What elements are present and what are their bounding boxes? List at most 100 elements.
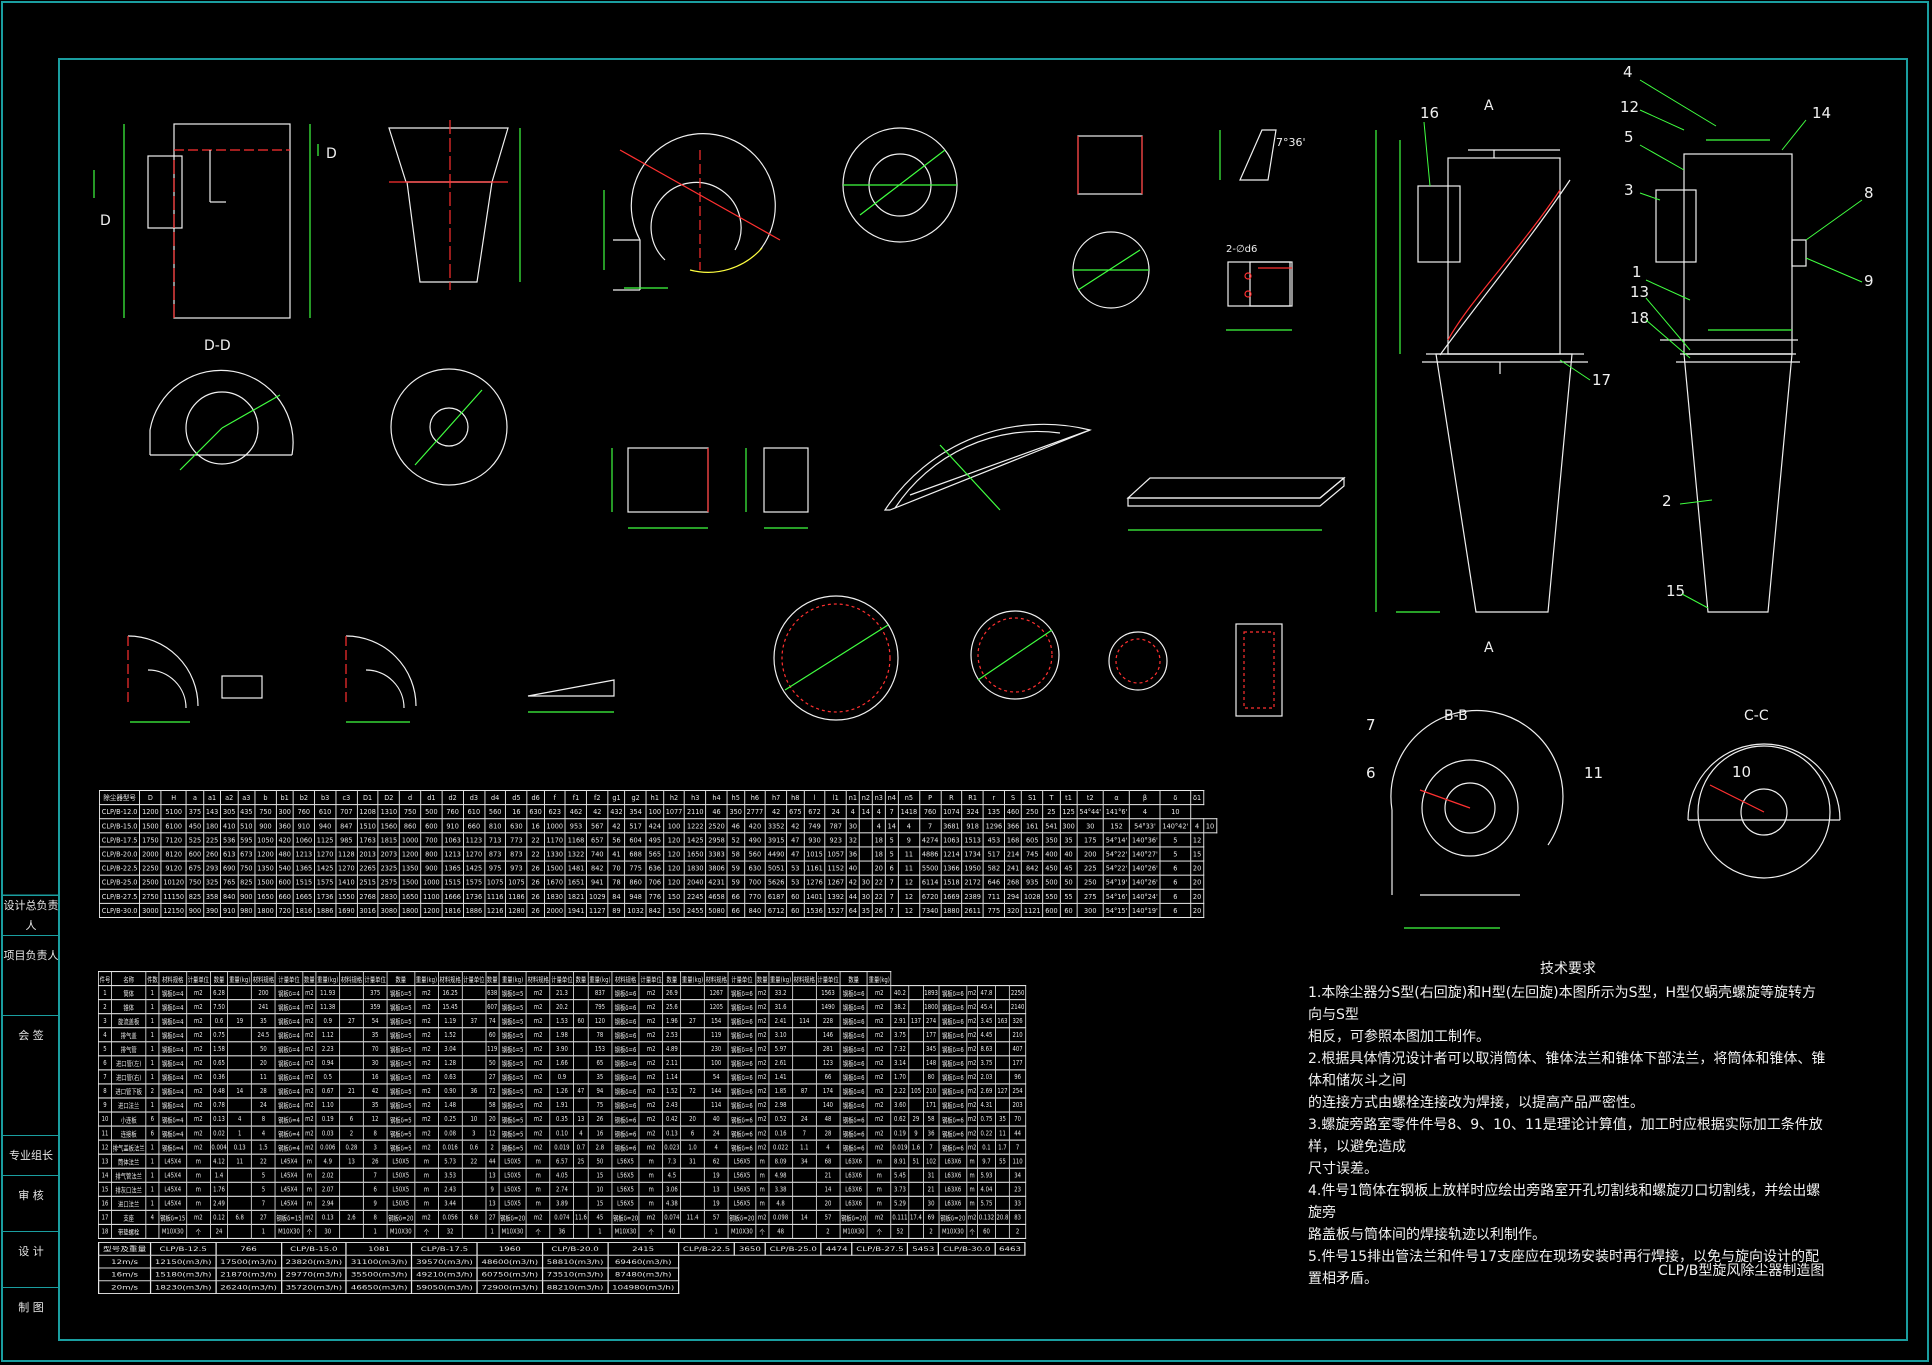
table-row: CLP/B-22.5 2250 9120 675 293 690 750 1350 540 136… xyxy=(98,860,1216,876)
table-cell: 13 xyxy=(339,1153,364,1169)
table-cell: 1.98 xyxy=(549,1027,575,1043)
table-cell: 52 xyxy=(890,1223,910,1240)
table-cell: m2 xyxy=(302,1097,317,1113)
table-cell: m xyxy=(638,1153,664,1169)
table-cell xyxy=(908,1223,924,1240)
table-cell: 钢板δ=6 xyxy=(727,999,757,1015)
table-cell: m xyxy=(867,1181,892,1197)
table-cell: 20 xyxy=(251,1055,276,1071)
table-cell: m2 xyxy=(302,1013,317,1029)
table-cell: 30 xyxy=(1076,818,1104,834)
table-cell: 40.2 xyxy=(890,985,910,1001)
table-cell: m xyxy=(302,1167,317,1183)
table-cell xyxy=(680,1055,705,1071)
table-cell: 3915 xyxy=(765,832,788,848)
table-cell: 2 xyxy=(922,1223,940,1240)
table-cell: 材料规格 xyxy=(437,971,463,987)
table-cell: 20.2 xyxy=(549,999,575,1015)
table-cell: 0.9 xyxy=(549,1069,575,1085)
table-cell: 123 xyxy=(815,1055,841,1071)
table-cell: 3 xyxy=(461,1125,487,1141)
table-cell: m2 xyxy=(638,1209,664,1225)
table-cell: 12 xyxy=(897,888,920,904)
table-cell: 54°33' xyxy=(1129,818,1161,834)
table-cell: m xyxy=(755,1195,770,1211)
table-cell: P xyxy=(919,790,942,806)
table-cell xyxy=(339,1041,364,1057)
table-cell: 70 xyxy=(1009,1111,1026,1127)
table-cell: 0.08 xyxy=(437,1125,463,1141)
table-cell: 254 xyxy=(1009,1083,1026,1099)
table-cell: 钢板δ=6 xyxy=(938,1083,968,1099)
table-cell: 钢板δ=6 xyxy=(938,1013,968,1029)
table-cell: 9.7 xyxy=(977,1153,996,1169)
table-cell xyxy=(573,999,589,1015)
table-cell: 390 xyxy=(203,902,222,919)
table-cell: 3016 xyxy=(356,902,379,919)
flow-table: 型号及重量 CLP/B-12.5 766 CLP/B-15.0 1081 CLP/B-17… xyxy=(98,1242,1026,1294)
table-cell: 1815 xyxy=(377,832,400,848)
table-row: 6 进口管(左) 1 钢板δ=4 m2 0.65 20 钢板δ=4 m2 0.94 30 钢板δ=5 m… xyxy=(97,1055,1026,1071)
table-cell: 14 xyxy=(792,1209,817,1225)
table-cell: h4 xyxy=(705,790,728,806)
table-cell: 21 xyxy=(922,1181,940,1197)
table-cell: 1.85 xyxy=(768,1083,793,1099)
table-cell xyxy=(227,1223,252,1240)
table-cell: m xyxy=(302,1153,317,1169)
table-cell: 3000 xyxy=(139,902,162,919)
table-cell: 0.67 xyxy=(315,1083,341,1099)
table-cell: 12m/s xyxy=(98,1254,152,1269)
table-cell: m xyxy=(966,1167,979,1183)
table-cell: 560 xyxy=(743,846,766,862)
table-cell: 171 xyxy=(922,1097,940,1113)
table-cell: 钢板δ=4 xyxy=(158,1139,187,1155)
table-cell: m2 xyxy=(302,1041,317,1057)
table-cell: 46 xyxy=(726,818,745,834)
table-cell: 计量单位 xyxy=(638,971,664,987)
table-cell: r xyxy=(982,790,1005,806)
table-cell xyxy=(680,1195,705,1211)
table-cell: 钢板δ=6 xyxy=(727,1013,757,1029)
table-cell: 842 xyxy=(1021,860,1044,876)
table-cell: m2 xyxy=(966,1139,979,1155)
table-cell: 840 xyxy=(220,888,239,904)
table-cell: 975 xyxy=(484,860,507,876)
table-cell xyxy=(339,1055,364,1071)
table-cell: 重量(kg) xyxy=(587,971,613,987)
table-cell: 6 xyxy=(1159,888,1192,904)
table-cell: 7 xyxy=(362,1167,388,1183)
table-cell: 2.23 xyxy=(315,1041,341,1057)
table-cell: 2.91 xyxy=(890,1013,910,1029)
table-cell: m2 xyxy=(966,999,979,1015)
table-cell: 940 xyxy=(314,818,337,834)
table-cell: 4 xyxy=(845,804,860,820)
table-cell: 3.90 xyxy=(549,1041,575,1057)
table-cell: 3 xyxy=(97,1013,112,1029)
table-cell: 个 xyxy=(302,1223,317,1240)
table-cell: L50X5 xyxy=(498,1153,527,1169)
table-cell: 1152 xyxy=(824,860,847,876)
table-cell: 16 xyxy=(505,804,528,820)
table-cell: 825 xyxy=(237,874,256,890)
table-cell xyxy=(792,985,817,1001)
table-cell: m2 xyxy=(186,1069,211,1085)
table-cell: 钢板δ=4 xyxy=(274,1013,304,1029)
table-cell: 16 xyxy=(97,1195,112,1211)
table-cell: M10X30 xyxy=(386,1223,415,1240)
table-cell: 钢板δ=6 xyxy=(611,1069,640,1085)
table-cell: 15180(m3/h) xyxy=(149,1267,217,1282)
table-cell: 重量(kg) xyxy=(414,971,439,987)
table-cell: 760 xyxy=(292,804,315,820)
table-cell: 96 xyxy=(1009,1069,1026,1085)
table-cell: 钢板δ=5 xyxy=(386,1055,415,1071)
table-cell: 钢板δ=6 xyxy=(938,1069,968,1085)
table-cell: 钢板δ=4 xyxy=(274,1125,304,1141)
table-cell: 27 xyxy=(680,1013,705,1029)
table-cell: 152 xyxy=(1102,818,1131,834)
table-cell: 7 xyxy=(884,874,899,890)
table-row: 10 小连板 6 钢板δ=4 m2 0.13 4 8 钢板δ=4 m2 0.19 6 12 钢板δ=5 m2… xyxy=(97,1111,1026,1127)
table-cell xyxy=(461,1097,487,1113)
table-cell: 1128 xyxy=(335,846,358,862)
table-row: 12m/s 12150(m3/h) 17500(m3/h) 23820(m3/h) 31… xyxy=(98,1254,1026,1269)
table-cell: 1515 xyxy=(292,874,315,890)
